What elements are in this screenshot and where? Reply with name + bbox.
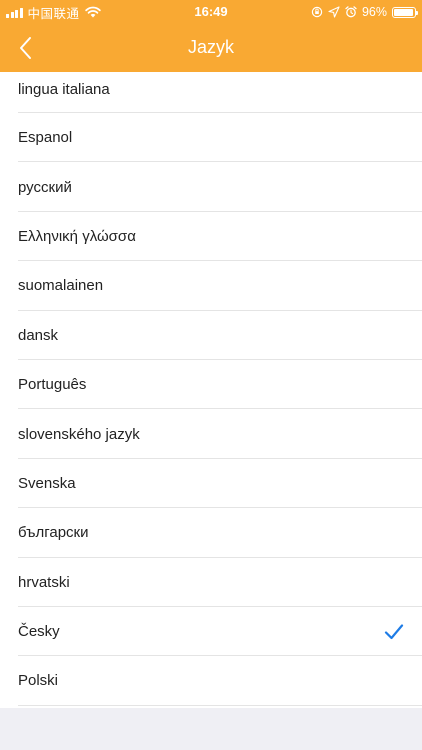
language-label: suomalainen [18, 277, 104, 295]
screen-lock-icon [311, 6, 323, 18]
language-label: Português [18, 376, 87, 394]
language-item[interactable]: русский [0, 162, 422, 213]
language-item[interactable]: български [0, 508, 422, 558]
footer-background [0, 708, 422, 750]
language-item[interactable]: suomalainen [0, 261, 422, 311]
language-label: Česky [18, 623, 60, 641]
location-icon [328, 6, 340, 18]
language-item[interactable]: Polski [0, 656, 422, 707]
language-item[interactable]: Ελληνική γλώσσα [0, 212, 422, 262]
language-label: русский [18, 178, 72, 196]
page-title: Jazyk [187, 37, 234, 57]
language-list: lingua italiana Espanol русский Ελληνική γλ… [0, 66, 422, 707]
language-label: Espanol [18, 129, 73, 147]
language-label: Polski [18, 672, 59, 690]
language-label: hrvatski [18, 573, 70, 591]
language-item[interactable]: Espanol [0, 113, 422, 163]
language-item[interactable]: Svenska [0, 459, 422, 509]
checkmark-icon [384, 623, 404, 639]
status-right: 96% [311, 4, 418, 20]
language-item[interactable]: Česky [0, 607, 422, 657]
language-label: slovenského jazyk [18, 425, 140, 443]
language-label: Svenska [18, 474, 76, 492]
language-item[interactable]: lingua italiana [0, 66, 422, 113]
battery-icon [392, 6, 418, 18]
alarm-icon [345, 6, 357, 18]
nav-bar: Jazyk [0, 24, 422, 72]
language-item[interactable]: Português [0, 360, 422, 410]
header: 中国联通 16:49 96% Jazyk [0, 0, 422, 72]
status-bar: 中国联通 16:49 96% [0, 0, 422, 24]
language-item[interactable]: dansk [0, 311, 422, 361]
language-label: български [18, 524, 89, 542]
language-label: lingua italiana [18, 81, 110, 98]
language-item[interactable]: slovenského jazyk [0, 409, 422, 460]
language-label: Ελληνική γλώσσα [18, 227, 136, 245]
battery-percent: 96% [361, 5, 387, 19]
language-label: dansk [18, 326, 59, 344]
language-item[interactable]: hrvatski [0, 558, 422, 608]
